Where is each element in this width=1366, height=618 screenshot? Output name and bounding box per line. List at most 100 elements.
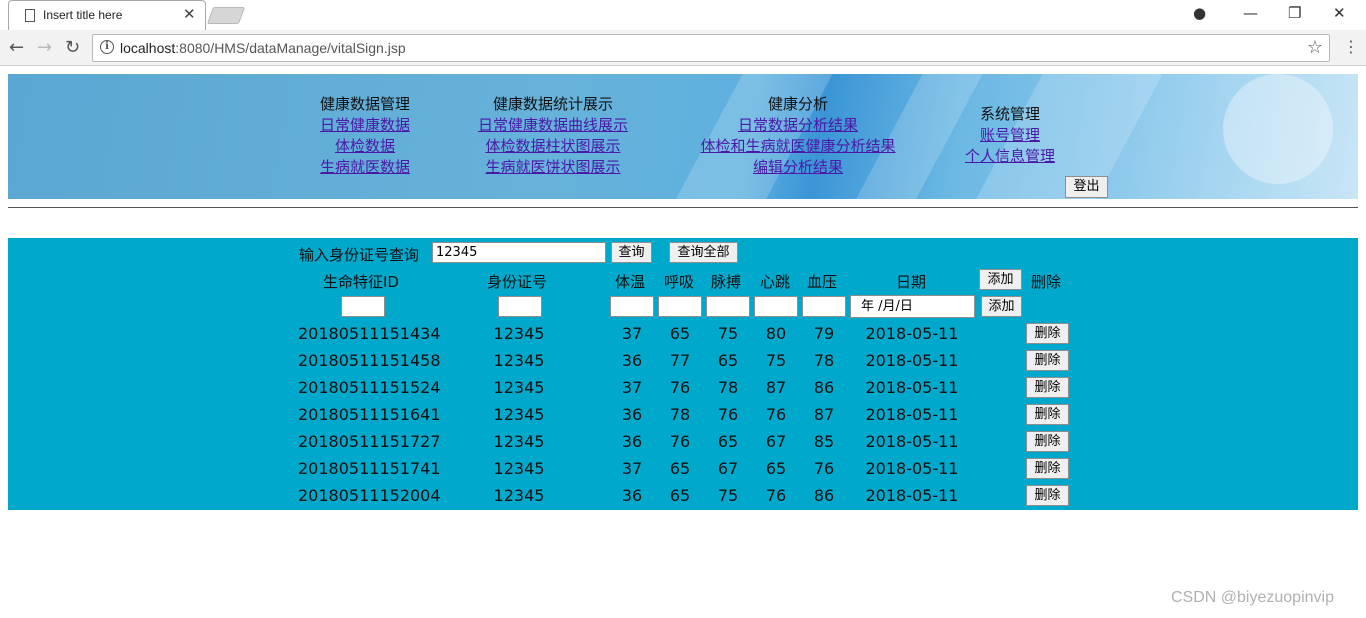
nav-link-illness-pie[interactable]: 生病就医饼状图展示 (463, 157, 643, 178)
watermark: CSDN @biyezuopinvip (1171, 589, 1334, 606)
date-input[interactable]: 年 /月/日 (850, 295, 975, 318)
cell-pulse: 78 (717, 378, 739, 397)
delete-row-button[interactable]: 删除 (1026, 485, 1069, 506)
delete-row-button[interactable]: 删除 (1026, 350, 1069, 371)
cell-breath: 78 (669, 405, 691, 424)
reload-icon[interactable]: ↻ (65, 37, 80, 58)
col-header-heartbeat: 心跳 (760, 273, 791, 291)
browser-tab[interactable]: Insert title here ✕ (8, 0, 206, 30)
add-header-button[interactable]: 添加 (979, 269, 1022, 290)
cell-vital-id: 20180511151434 (298, 324, 441, 343)
nav-link-checkup-bar[interactable]: 体检数据柱状图展示 (463, 136, 643, 157)
cell-vital-id: 20180511151458 (298, 351, 441, 370)
browser-menu-icon[interactable]: ⋮ (1343, 37, 1359, 56)
cell-id-card: 12345 (493, 378, 545, 397)
cell-blood-pressure: 86 (813, 486, 835, 505)
back-icon[interactable]: ← (9, 37, 24, 58)
cell-temperature: 37 (621, 459, 643, 478)
header-banner: 健康数据管理 日常健康数据 体检数据 生病就医数据 健康数据统计展示 日常健康数… (8, 74, 1358, 199)
id-search-input[interactable]: 12345 (432, 242, 606, 263)
query-button[interactable]: 查询 (611, 242, 652, 263)
minimize-icon[interactable]: — (1243, 4, 1258, 22)
delete-row-button[interactable]: 删除 (1026, 377, 1069, 398)
cell-blood-pressure: 78 (813, 351, 835, 370)
col-header-id-card: 身份证号 (487, 273, 548, 291)
cell-blood-pressure: 79 (813, 324, 835, 343)
nav-link-health-analysis[interactable]: 体检和生病就医健康分析结果 (688, 136, 908, 157)
cell-blood-pressure: 87 (813, 405, 835, 424)
search-label: 输入身份证号查询 (299, 246, 420, 264)
col-header-blood-pressure: 血压 (807, 273, 838, 291)
cell-heartbeat: 75 (765, 351, 787, 370)
cell-date: 2018-05-11 (865, 378, 959, 397)
cell-heartbeat: 87 (765, 378, 787, 397)
heartbeat-input[interactable] (754, 296, 798, 317)
tab-title: Insert title here (43, 8, 123, 22)
nav-head: 健康数据统计展示 (492, 95, 613, 113)
cell-id-card: 12345 (493, 486, 545, 505)
new-tab-button[interactable] (206, 7, 246, 24)
cell-vital-id: 20180511151741 (298, 459, 441, 478)
close-tab-icon[interactable]: ✕ (183, 5, 196, 23)
nav-link-illness[interactable]: 生病就医数据 (305, 157, 425, 178)
pulse-input[interactable] (706, 296, 750, 317)
profile-icon[interactable]: ● (1193, 4, 1206, 22)
delete-row-button[interactable]: 删除 (1026, 323, 1069, 344)
divider (8, 207, 1358, 208)
cell-heartbeat: 67 (765, 432, 787, 451)
cell-heartbeat: 80 (765, 324, 787, 343)
cell-temperature: 37 (621, 324, 643, 343)
vital-id-input[interactable] (341, 296, 385, 317)
logout-button[interactable]: 登出 (1065, 176, 1108, 198)
nav-link-profile[interactable]: 个人信息管理 (950, 146, 1070, 167)
cell-breath: 76 (669, 378, 691, 397)
delete-row-button[interactable]: 删除 (1026, 404, 1069, 425)
query-all-button[interactable]: 查询全部 (669, 242, 738, 263)
cell-pulse: 65 (717, 351, 739, 370)
cell-vital-id: 20180511152004 (298, 486, 441, 505)
id-card-input[interactable] (498, 296, 542, 317)
cell-blood-pressure: 76 (813, 459, 835, 478)
cell-id-card: 12345 (493, 405, 545, 424)
nav-head: 健康数据管理 (319, 95, 410, 113)
cell-breath: 65 (669, 459, 691, 478)
cell-date: 2018-05-11 (865, 432, 959, 451)
add-row-button[interactable]: 添加 (981, 296, 1022, 317)
cell-temperature: 36 (621, 486, 643, 505)
cell-blood-pressure: 85 (813, 432, 835, 451)
window-close-icon[interactable]: ✕ (1333, 4, 1346, 22)
breath-input[interactable] (658, 296, 702, 317)
cell-date: 2018-05-11 (865, 351, 959, 370)
col-header-date: 日期 (896, 273, 927, 291)
bookmark-star-icon[interactable]: ☆ (1307, 37, 1323, 58)
nav-link-edit-analysis[interactable]: 编辑分析结果 (688, 157, 908, 178)
nav-link-daily-curve[interactable]: 日常健康数据曲线展示 (463, 115, 643, 136)
restore-icon[interactable]: ❐ (1288, 4, 1301, 22)
nav-col-system: 系统管理 账号管理 个人信息管理 (950, 104, 1070, 167)
cell-pulse: 76 (717, 405, 739, 424)
cell-breath: 65 (669, 486, 691, 505)
temperature-input[interactable] (610, 296, 654, 317)
cell-temperature: 36 (621, 432, 643, 451)
nav-link-checkup[interactable]: 体检数据 (305, 136, 425, 157)
forward-icon[interactable]: → (37, 37, 52, 58)
nav-head: 系统管理 (979, 105, 1040, 123)
cell-breath: 76 (669, 432, 691, 451)
blood-pressure-input[interactable] (802, 296, 846, 317)
cell-heartbeat: 76 (765, 486, 787, 505)
nav-link-daily-health[interactable]: 日常健康数据 (305, 115, 425, 136)
info-icon[interactable]: i (100, 40, 114, 54)
cell-temperature: 36 (621, 351, 643, 370)
delete-row-button[interactable]: 删除 (1026, 431, 1069, 452)
cell-pulse: 75 (717, 324, 739, 343)
url-text[interactable]: localhost:8080/HMS/dataManage/vitalSign.… (120, 40, 406, 56)
col-header-delete: 删除 (1031, 273, 1062, 291)
nav-col-statistics: 健康数据统计展示 日常健康数据曲线展示 体检数据柱状图展示 生病就医饼状图展示 (463, 94, 643, 178)
nav-link-daily-analysis[interactable]: 日常数据分析结果 (688, 115, 908, 136)
banner-orb (1223, 74, 1333, 184)
url-host: localhost (120, 40, 176, 56)
cell-temperature: 37 (621, 378, 643, 397)
nav-link-account[interactable]: 账号管理 (950, 125, 1070, 146)
delete-row-button[interactable]: 删除 (1026, 458, 1069, 479)
address-bar[interactable]: i localhost:8080/HMS/dataManage/vitalSig… (92, 34, 1330, 62)
